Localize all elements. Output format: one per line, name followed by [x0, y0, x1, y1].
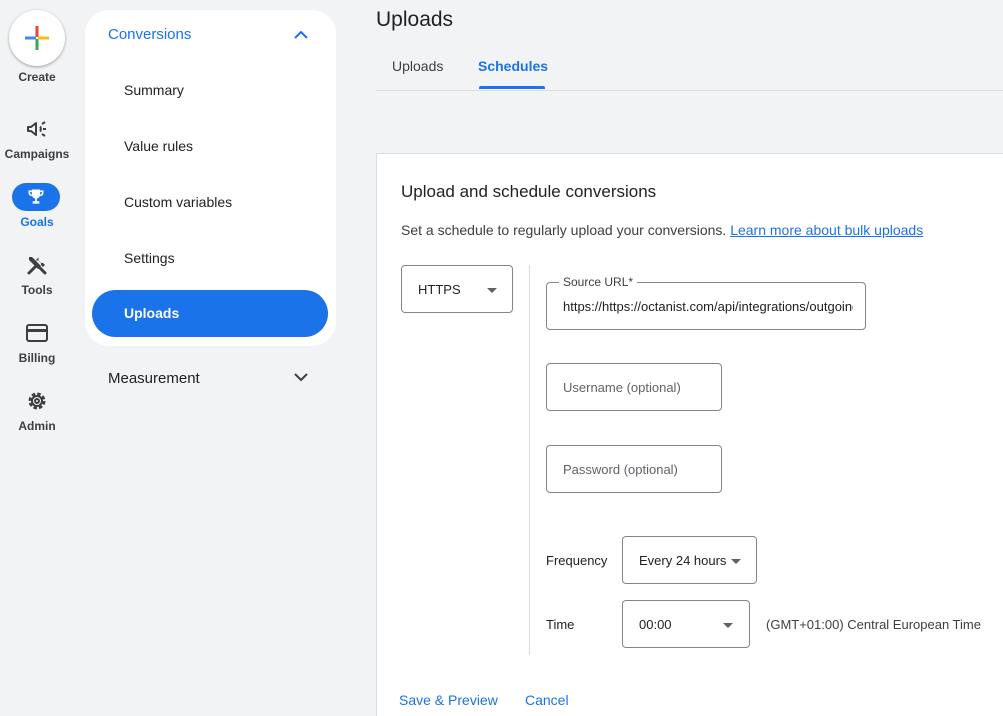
description-text: Set a schedule to regularly upload your …	[401, 222, 727, 238]
dropdown-arrow-icon	[487, 288, 497, 293]
tabs-divider	[376, 90, 1003, 91]
nav-section-conversions[interactable]: Conversions	[108, 26, 191, 43]
nav-item-summary[interactable]: Summary	[124, 82, 184, 98]
chevron-up-icon[interactable]	[293, 28, 309, 40]
tab-uploads[interactable]: Uploads	[392, 58, 443, 74]
rail-item-campaigns[interactable]: Campaigns	[0, 147, 74, 161]
left-rail: Create Campaigns Goals Tools Billing Adm…	[0, 0, 74, 716]
frequency-label: Frequency	[546, 553, 608, 568]
nav-item-custom-variables[interactable]: Custom variables	[124, 194, 232, 210]
create-button[interactable]	[9, 10, 65, 66]
upload-schedule-card: Upload and schedule conversions Set a sc…	[376, 153, 1003, 716]
username-placeholder: Username (optional)	[563, 380, 681, 395]
source-url-value: https://https://octanist.com/api/integra…	[563, 299, 853, 314]
frequency-value: Every 24 hours	[639, 553, 727, 568]
protocol-value: HTTPS	[418, 282, 461, 297]
rail-item-tools[interactable]: Tools	[0, 283, 74, 297]
learn-more-link[interactable]: Learn more about bulk uploads	[730, 222, 923, 238]
create-label: Create	[18, 70, 56, 84]
tab-schedules[interactable]: Schedules	[478, 58, 548, 74]
tools-icon[interactable]	[25, 253, 49, 277]
password-input[interactable]: Password (optional)	[546, 445, 722, 493]
rail-item-admin[interactable]: Admin	[0, 419, 74, 433]
vertical-divider	[529, 265, 530, 655]
active-tab-indicator	[479, 86, 545, 89]
dropdown-arrow-icon	[731, 559, 741, 564]
rail-item-billing[interactable]: Billing	[0, 351, 74, 365]
username-input[interactable]: Username (optional)	[546, 363, 722, 411]
source-url-input[interactable]: Source URL* https://https://octanist.com…	[546, 275, 866, 330]
nav-section-measurement[interactable]: Measurement	[108, 370, 200, 387]
cancel-button[interactable]: Cancel	[525, 692, 569, 708]
trophy-icon	[28, 189, 44, 204]
credit-card-icon[interactable]	[25, 321, 49, 345]
nav-item-value-rules[interactable]: Value rules	[124, 138, 193, 154]
nav-item-settings[interactable]: Settings	[124, 250, 175, 266]
plus-icon	[25, 26, 49, 50]
rail-item-goals-pill[interactable]	[12, 183, 60, 211]
gear-icon[interactable]	[25, 389, 49, 413]
side-nav-panel: Conversions Summary Value rules Custom v…	[85, 10, 336, 346]
time-label: Time	[546, 617, 575, 632]
dropdown-arrow-icon	[723, 623, 733, 628]
timezone-label: (GMT+01:00) Central European Time	[766, 617, 981, 632]
card-description: Set a schedule to regularly upload your …	[401, 222, 923, 238]
card-title: Upload and schedule conversions	[401, 182, 657, 201]
source-url-label: Source URL*	[559, 275, 638, 289]
megaphone-icon[interactable]	[25, 117, 49, 141]
frequency-select[interactable]: Every 24 hours	[622, 536, 757, 584]
nav-item-uploads-label: Uploads	[124, 305, 180, 321]
password-placeholder: Password (optional)	[563, 462, 678, 477]
rail-item-goals[interactable]: Goals	[0, 215, 74, 229]
time-value: 00:00	[639, 617, 672, 632]
page-title: Uploads	[376, 8, 454, 31]
save-preview-button[interactable]: Save & Preview	[399, 692, 498, 708]
nav-item-uploads[interactable]: Uploads	[92, 290, 328, 337]
chevron-down-icon[interactable]	[293, 371, 309, 383]
time-select[interactable]: 00:00	[622, 600, 750, 648]
protocol-select[interactable]: HTTPS	[401, 265, 513, 313]
